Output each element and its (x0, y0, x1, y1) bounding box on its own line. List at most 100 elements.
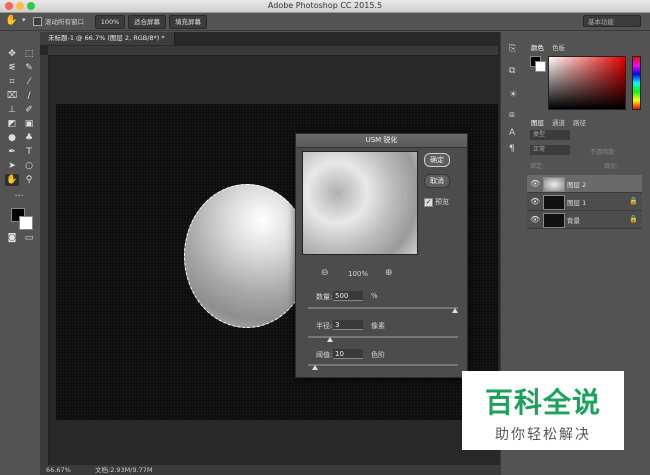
adjustments-panel-icon[interactable]: ☀ (509, 90, 517, 100)
crop-tool-icon[interactable]: ⌗ (5, 76, 19, 88)
lock-icon: 🔒 (629, 197, 638, 205)
scroll-all-label: 滚动所有窗口 (45, 18, 84, 26)
blend-mode-select[interactable]: 正常 (530, 145, 570, 155)
threshold-slider-track[interactable] (308, 364, 458, 366)
eyedropper-tool-icon[interactable]: ⁄ (22, 76, 36, 88)
threshold-label: 阈值: (316, 351, 333, 359)
zoom-100-button[interactable]: 100% (95, 15, 125, 29)
history-panel-icon[interactable]: ⎘ (509, 44, 516, 54)
document-tab[interactable]: 未标题-1 @ 66.7% (图层 2, RGB/8*) * (40, 32, 175, 45)
scroll-all-checkbox[interactable] (33, 17, 42, 26)
dodge-tool-icon[interactable]: ♣ (22, 132, 36, 144)
tools-panel: ✥ ⬚ ᓬ ✎ ⌗ ⁄ ⌧ ∕ ⊥ ✐ ◩ ▣ ● ♣ ✒ T ➤ ○ ✋ ⚲ … (0, 44, 41, 244)
layers-tab[interactable]: 图层 (531, 117, 544, 127)
healing-brush-tool-icon[interactable]: ⌧ (5, 90, 19, 102)
maximize-window-icon[interactable] (27, 2, 35, 10)
shape-tool-icon[interactable]: ○ (22, 160, 36, 172)
threshold-input[interactable]: 10 (333, 349, 363, 359)
zoom-out-icon[interactable]: ⊖ (321, 268, 329, 278)
layer-row[interactable]: 👁 图层 2 (527, 175, 642, 193)
radius-slider-thumb[interactable] (327, 337, 333, 342)
hand-tool-icon[interactable]: ✋ (5, 15, 17, 26)
layer-row[interactable]: 👁 背景 🔒 (527, 211, 642, 229)
preview-label: 预览 (435, 198, 449, 206)
swatches-tab[interactable]: 色板 (552, 42, 565, 52)
preview-checkbox[interactable]: ✓ (424, 198, 433, 207)
screen-mode-icon[interactable]: ▭ (22, 232, 36, 244)
visibility-eye-icon[interactable]: 👁 (530, 179, 540, 188)
move-tool-icon[interactable]: ✥ (5, 48, 19, 60)
unsharp-mask-dialog: USM 锐化 确定 取消 ✓ 预览 ⊖ 100% ⊕ 数量: 500 % 半径:… (295, 133, 468, 378)
radius-label: 半径: (316, 322, 333, 330)
history-brush-tool-icon[interactable]: ✐ (22, 104, 36, 116)
visibility-eye-icon[interactable]: 👁 (530, 215, 540, 224)
quick-select-tool-icon[interactable]: ✎ (22, 62, 36, 74)
more-tools-icon[interactable]: … (12, 188, 26, 200)
zoom-in-icon[interactable]: ⊕ (385, 268, 393, 278)
hue-slider[interactable] (632, 56, 641, 110)
layer-thumbnail (543, 195, 565, 210)
blur-tool-icon[interactable]: ● (5, 132, 19, 144)
cancel-button[interactable]: 取消 (424, 174, 450, 188)
background-color-swatch[interactable] (19, 216, 33, 230)
color-tab[interactable]: 颜色 (531, 42, 544, 52)
horizontal-ruler[interactable] (48, 46, 498, 56)
pen-tool-icon[interactable]: ✒ (5, 146, 19, 158)
watermark-sub-text: 助你轻松解决 (495, 427, 591, 443)
paths-tab[interactable]: 路径 (573, 117, 586, 127)
path-select-tool-icon[interactable]: ➤ (5, 160, 19, 172)
amount-label: 数量: (316, 293, 333, 301)
tool-preset-chevron-icon[interactable]: ▾ (22, 16, 26, 24)
options-bar: ✋ ▾ 滚动所有窗口 100% 适合屏幕 填充屏幕 基本功能 (0, 13, 650, 31)
window-title: Adobe Photoshop CC 2015.5 (267, 1, 383, 10)
threshold-slider-thumb[interactable] (312, 365, 318, 370)
fill-screen-button[interactable]: 填充屏幕 (169, 15, 207, 29)
layer-thumbnail (543, 213, 565, 228)
actions-panel-icon[interactable]: ⧉ (509, 66, 515, 76)
color-picker-field[interactable] (548, 56, 626, 110)
amount-unit: % (371, 292, 378, 300)
ok-button[interactable]: 确定 (424, 153, 450, 167)
brush-tool-icon[interactable]: ∕ (22, 90, 36, 102)
watermark-main-text: 百科全说 (484, 386, 601, 419)
fit-screen-button[interactable]: 适合屏幕 (128, 15, 166, 29)
fill-label: 填充: (604, 163, 619, 170)
layer-name[interactable]: 图层 2 (567, 179, 586, 189)
layer-kind-filter[interactable]: 类型 (530, 130, 570, 140)
character-panel-icon[interactable]: A (509, 128, 515, 138)
minimize-window-icon[interactable] (16, 2, 24, 10)
amount-slider-thumb[interactable] (452, 308, 458, 313)
amount-slider-track[interactable] (308, 307, 458, 309)
clone-stamp-tool-icon[interactable]: ⊥ (5, 104, 19, 116)
channels-tab[interactable]: 通道 (552, 117, 565, 127)
threshold-unit: 色阶 (371, 351, 385, 359)
status-bar: 66.67% 文档:2.93M/9.77M (40, 465, 500, 475)
status-zoom[interactable]: 66.67% (46, 465, 71, 475)
panel-background-swatch[interactable] (535, 61, 546, 72)
close-window-icon[interactable] (5, 2, 13, 10)
type-tool-icon[interactable]: T (22, 146, 36, 158)
filter-preview-image[interactable] (302, 151, 418, 255)
quick-mask-icon[interactable]: ◙ (5, 232, 19, 244)
eraser-tool-icon[interactable]: ◩ (5, 118, 19, 130)
paragraph-panel-icon[interactable]: ¶ (509, 144, 515, 154)
marquee-tool-icon[interactable]: ⬚ (22, 48, 36, 60)
lock-label: 锁定: (530, 163, 545, 170)
layer-row[interactable]: 👁 图层 1 🔒 (527, 193, 642, 211)
zoom-tool-icon[interactable]: ⚲ (22, 174, 36, 186)
properties-panel-icon[interactable]: ⧈ (509, 110, 515, 120)
status-doc-size: 文档:2.93M/9.77M (95, 466, 153, 474)
window-titlebar: Adobe Photoshop CC 2015.5 (0, 0, 650, 13)
radius-input[interactable]: 3 (333, 320, 363, 330)
amount-input[interactable]: 500 (333, 291, 363, 301)
gradient-tool-icon[interactable]: ▣ (22, 118, 36, 130)
hand-tool-icon[interactable]: ✋ (5, 174, 19, 186)
vertical-ruler[interactable] (40, 55, 49, 465)
workspace-select[interactable]: 基本功能 (583, 15, 641, 27)
layer-name[interactable]: 背景 (567, 215, 580, 225)
moon-selection[interactable] (184, 184, 310, 328)
visibility-eye-icon[interactable]: 👁 (530, 197, 540, 206)
layer-name[interactable]: 图层 1 (567, 197, 586, 207)
opacity-label: 不透明度: (590, 149, 617, 156)
lasso-tool-icon[interactable]: ᓬ (5, 62, 19, 74)
